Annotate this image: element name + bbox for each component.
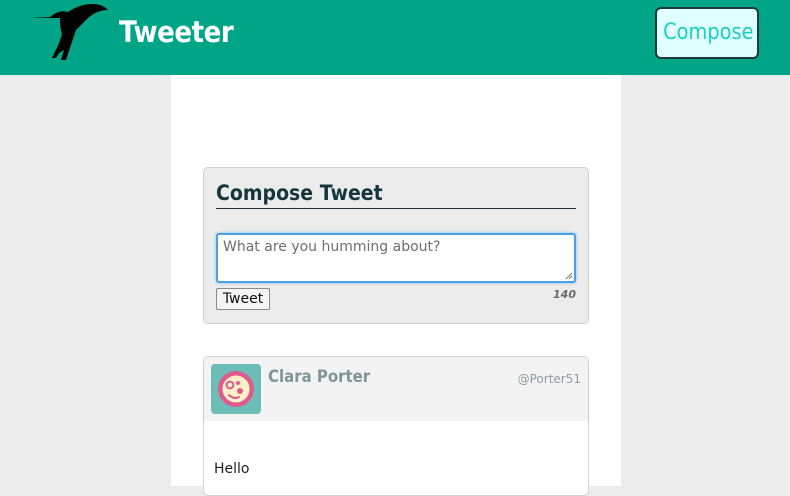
character-counter: 140 [553, 288, 576, 301]
brand-title[interactable]: Tweeter [119, 15, 234, 49]
tweet-author-name: Clara Porter [268, 367, 371, 387]
resize-grip-icon[interactable] [565, 272, 573, 280]
avatar-icon [211, 364, 261, 414]
tweet-author-handle: @Porter51 [517, 372, 581, 386]
top-nav: Tweeter Compose [0, 0, 790, 75]
tweet-card: Clara Porter @Porter51 Hello [203, 356, 589, 496]
hummingbird-icon [32, 4, 108, 60]
compose-tweet-section: Compose Tweet Tweet 140 [203, 167, 589, 324]
tweet-text-input[interactable] [216, 233, 576, 283]
tweet-content: Hello [214, 461, 250, 477]
tweet-submit-button[interactable]: Tweet [216, 288, 270, 310]
compose-button[interactable]: Compose [655, 7, 759, 59]
tweet-header: Clara Porter @Porter51 [204, 357, 588, 421]
compose-title: Compose Tweet [216, 180, 576, 209]
